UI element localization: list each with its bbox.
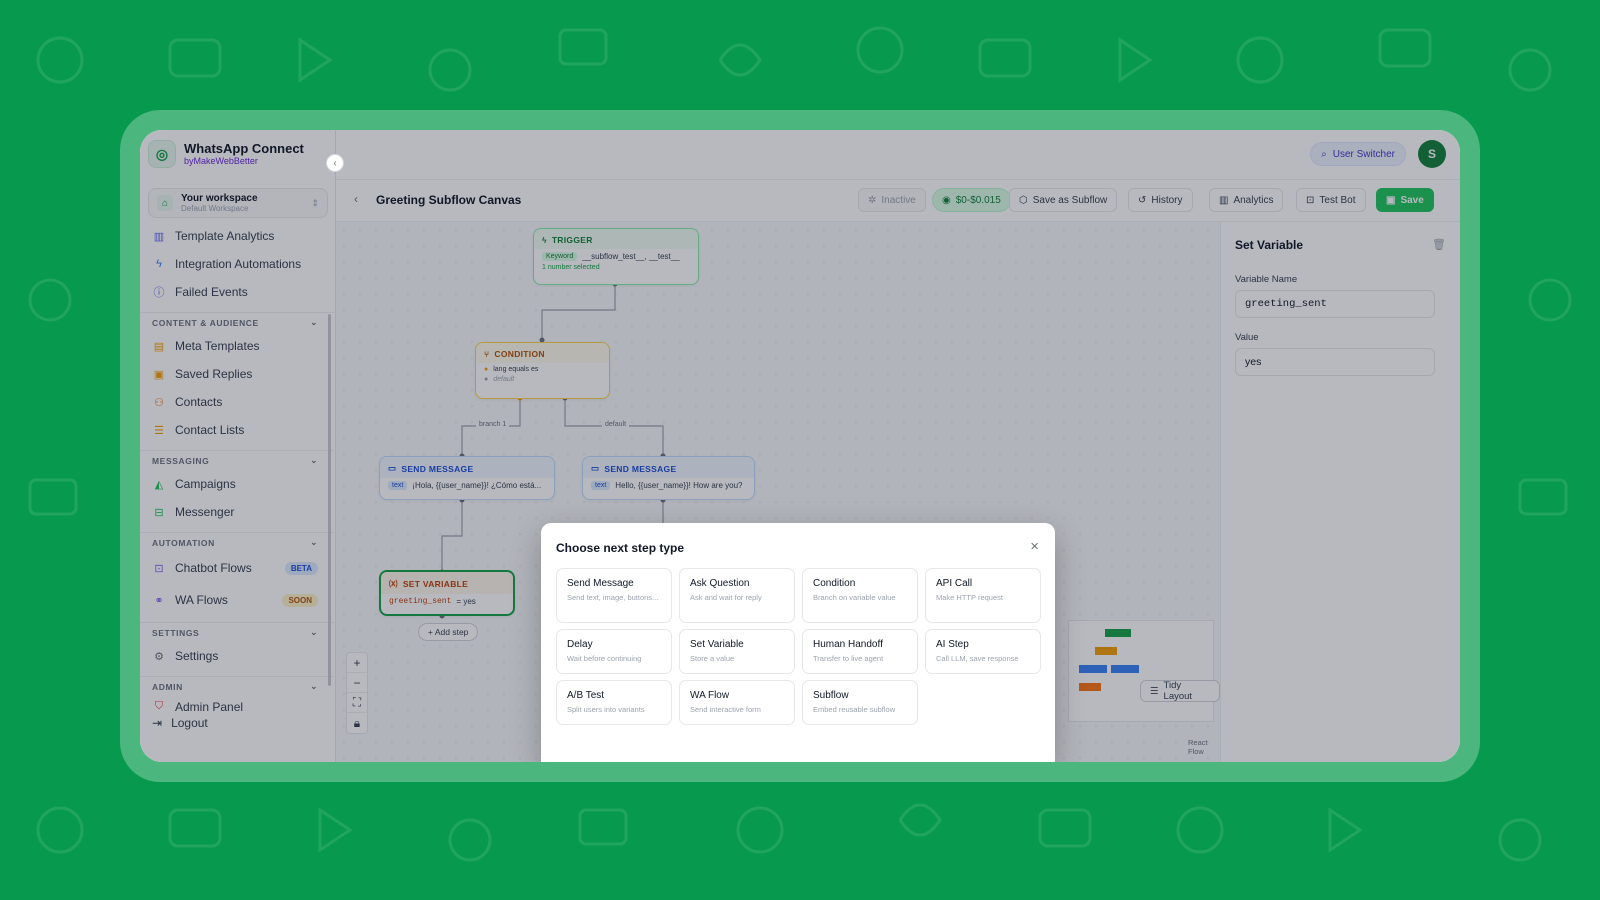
card-title: AI Step [936, 639, 969, 650]
app-window: ◎ WhatsApp Connect byMakeWebBetter ⌂ You… [140, 130, 1460, 762]
collapse-sidebar-button[interactable]: ‹ [326, 154, 344, 172]
step-card-wa-flow[interactable]: WA Flow Send interactive form [679, 680, 795, 725]
card-title: Delay [567, 639, 593, 650]
modal-title: Choose next step type [556, 541, 685, 555]
step-card-subflow[interactable]: Subflow Embed reusable subflow [802, 680, 918, 725]
step-card-set-variable[interactable]: Set Variable Store a value [679, 629, 795, 674]
card-title: API Call [936, 578, 973, 589]
card-desc: Embed reusable subflow [813, 705, 896, 714]
step-card-api-call[interactable]: API Call Make HTTP request [925, 568, 1041, 623]
step-card-ab-test[interactable]: A/B Test Split users into variants [556, 680, 672, 725]
step-card-condition[interactable]: Condition Branch on variable value [802, 568, 918, 623]
card-desc: Make HTTP request [936, 593, 1003, 602]
card-desc: Call LLM, save response [936, 654, 1019, 663]
card-desc: Wait before continuing [567, 654, 642, 663]
card-desc: Split users into variants [567, 705, 645, 714]
card-title: Set Variable [690, 639, 744, 650]
card-title: A/B Test [567, 690, 605, 701]
choose-step-modal: Choose next step type × Send Message Sen… [541, 523, 1055, 762]
card-desc: Send text, image, buttons... [567, 593, 659, 602]
card-desc: Ask and wait for reply [690, 593, 762, 602]
step-card-ai-step[interactable]: AI Step Call LLM, save response [925, 629, 1041, 674]
close-icon[interactable]: × [1030, 538, 1039, 555]
step-card-delay[interactable]: Delay Wait before continuing [556, 629, 672, 674]
card-title: Human Handoff [813, 639, 883, 650]
card-desc: Branch on variable value [813, 593, 896, 602]
card-title: Send Message [567, 578, 634, 589]
step-card-send-message[interactable]: Send Message Send text, image, buttons..… [556, 568, 672, 623]
card-title: Subflow [813, 690, 849, 701]
card-desc: Transfer to live agent [813, 654, 884, 663]
step-card-ask-question[interactable]: Ask Question Ask and wait for reply [679, 568, 795, 623]
card-title: Ask Question [690, 578, 750, 589]
step-card-human-handoff[interactable]: Human Handoff Transfer to live agent [802, 629, 918, 674]
card-title: Condition [813, 578, 856, 589]
chevron-left-icon: ‹ [333, 157, 337, 169]
card-desc: Store a value [690, 654, 735, 663]
card-title: WA Flow [690, 690, 730, 701]
card-desc: Send interactive form [690, 705, 761, 714]
